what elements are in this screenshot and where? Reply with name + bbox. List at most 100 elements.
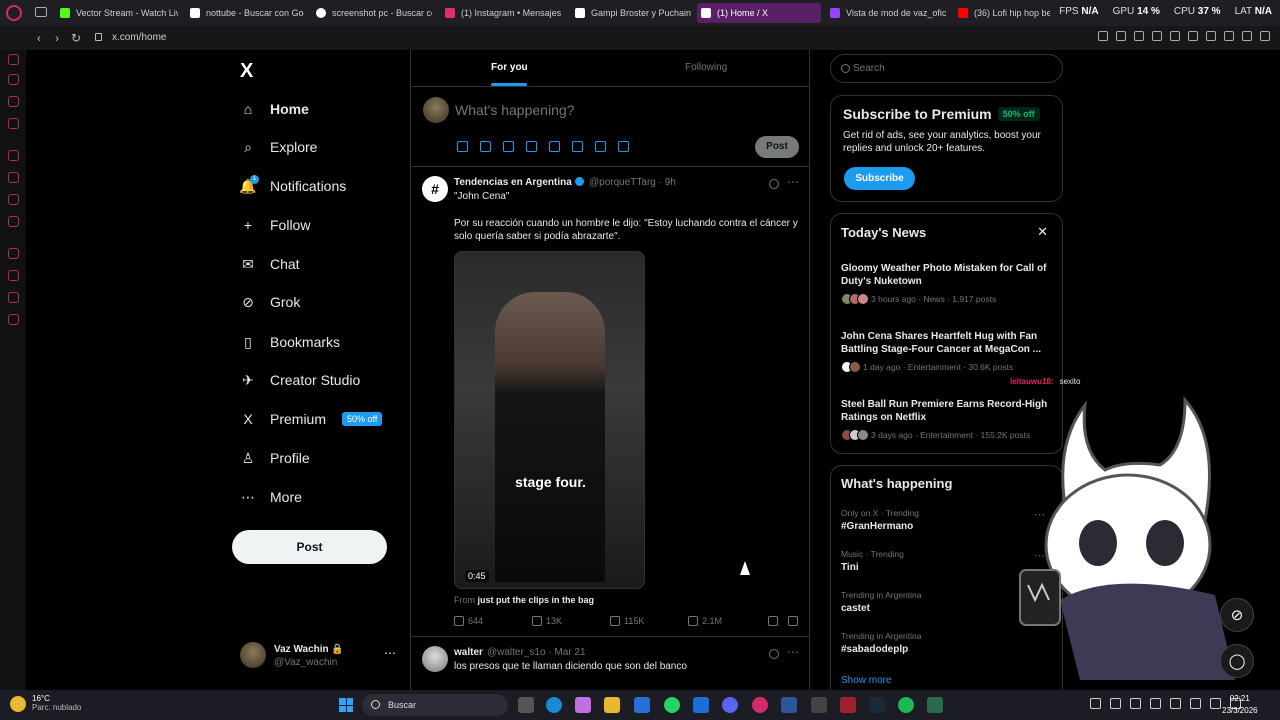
clock[interactable]: 02:21 23/3/2026: [1222, 693, 1258, 717]
nav-explore[interactable]: ⌕ Explore: [240, 132, 317, 162]
task-view-icon[interactable]: [518, 697, 534, 713]
nav-profile[interactable]: ♙ Profile: [240, 443, 310, 473]
play-icon[interactable]: [1170, 31, 1180, 41]
tray-app-icon[interactable]: [1130, 698, 1141, 709]
network-icon[interactable]: [1190, 698, 1201, 709]
sidebar-app-icon[interactable]: [8, 248, 19, 259]
more-icon[interactable]: ⋯: [787, 175, 799, 189]
sidebar-app-icon[interactable]: [8, 292, 19, 303]
more-icon[interactable]: ⋯: [384, 646, 396, 660]
news-item[interactable]: John Cena Shares Heartfelt Hug with Fan …: [841, 330, 1053, 373]
url-field[interactable]: x.com/home: [112, 32, 166, 43]
gif-icon[interactable]: [480, 141, 491, 152]
poll-icon[interactable]: [526, 141, 537, 152]
heart-icon[interactable]: [1188, 31, 1198, 41]
copilot-icon[interactable]: [575, 697, 591, 713]
bookmark-icon[interactable]: [1098, 31, 1108, 41]
post-button[interactable]: Post: [232, 530, 387, 564]
vpn-icon[interactable]: [1152, 31, 1162, 41]
browser-tab[interactable]: Vector Stream - Watch Liv: [56, 3, 178, 23]
tray-app-icon[interactable]: [1150, 698, 1161, 709]
image-icon[interactable]: [457, 141, 468, 152]
sidebar-app-icon[interactable]: [8, 54, 19, 65]
share-button[interactable]: [788, 616, 798, 626]
nav-more[interactable]: ⋯ More: [240, 482, 302, 512]
start-button[interactable]: [339, 698, 353, 712]
browser-tab[interactable]: Vista de mod de vaz_oficia: [826, 3, 946, 23]
word-icon[interactable]: [781, 697, 797, 713]
news-item[interactable]: Gloomy Weather Photo Mistaken for Call o…: [841, 262, 1053, 305]
obs-icon[interactable]: [811, 697, 827, 713]
sidebar-app-icon[interactable]: [8, 194, 19, 205]
app-icon[interactable]: [840, 697, 856, 713]
weather-widget[interactable]: 16°C Parc. nublado: [10, 694, 81, 712]
taskbar-search[interactable]: Buscar: [362, 694, 508, 716]
opera-icon[interactable]: [752, 697, 768, 713]
grok-icon[interactable]: [769, 179, 779, 189]
emoji-icon[interactable]: [549, 141, 560, 152]
avatar-icon[interactable]: [1206, 31, 1216, 41]
app-icon[interactable]: [927, 697, 943, 713]
volume-icon[interactable]: [1210, 698, 1221, 709]
steam-icon[interactable]: [869, 697, 885, 713]
tweet-author-name[interactable]: walter: [454, 647, 483, 658]
nav-grok[interactable]: ⊘ Grok: [240, 287, 300, 317]
nav-home[interactable]: ⌂ Home: [240, 94, 309, 124]
tray-app-icon[interactable]: [1110, 698, 1121, 709]
sidebar-app-icon[interactable]: [8, 172, 19, 183]
like-button[interactable]: 115K: [610, 616, 688, 626]
browser-tab[interactable]: (1) Instagram • Mensajes: [441, 3, 563, 23]
grok-float-button[interactable]: ⊘: [1220, 598, 1254, 632]
nav-premium[interactable]: X Premium 50% off: [240, 404, 383, 434]
discord-icon[interactable]: [722, 697, 738, 713]
opera-logo-icon[interactable]: [6, 5, 22, 21]
store-icon[interactable]: [634, 697, 650, 713]
microphone-icon[interactable]: [1170, 698, 1181, 709]
menu-icon[interactable]: [1260, 31, 1270, 41]
search-input[interactable]: Search: [853, 63, 885, 74]
avatar[interactable]: [422, 646, 448, 672]
shield-icon[interactable]: [1134, 31, 1144, 41]
tweet-source-link[interactable]: just put the clips in the bag: [478, 595, 595, 605]
file-explorer-icon[interactable]: [604, 697, 620, 713]
x-logo-icon[interactable]: X: [240, 60, 253, 83]
sidebar-app-icon[interactable]: [8, 96, 19, 107]
flag-icon[interactable]: [618, 141, 629, 152]
views-button[interactable]: 2.1M: [688, 616, 768, 626]
composer-post-button[interactable]: Post: [755, 136, 799, 158]
tweet-author-name[interactable]: Tendencias en Argentina: [454, 177, 584, 188]
tweet-author-handle[interactable]: @porqueTTarg · 9h: [589, 177, 676, 188]
account-switcher[interactable]: Vaz Wachin 🔒 @Vaz_wachin ⋯: [240, 640, 400, 672]
tab-following[interactable]: Following: [685, 62, 727, 73]
grok-icon[interactable]: [503, 141, 514, 152]
tweet-author-handle[interactable]: @walter_s1o · Mar 21: [487, 647, 586, 658]
browser-tab[interactable]: screenshot pc - Buscar co: [312, 3, 432, 23]
back-button[interactable]: ‹: [37, 31, 41, 45]
sidebar-app-icon[interactable]: [8, 314, 19, 325]
subscribe-button[interactable]: Subscribe: [844, 167, 915, 190]
sidebar-app-icon[interactable]: [8, 270, 19, 281]
whatsapp-icon[interactable]: [664, 697, 680, 713]
snapshot-icon[interactable]: [1116, 31, 1126, 41]
spotify-icon[interactable]: [898, 697, 914, 713]
browser-tab[interactable]: (36) Lofi hip hop beats Ro: [954, 3, 1050, 23]
ai-icon[interactable]: [1242, 31, 1252, 41]
edge-icon[interactable]: [546, 697, 562, 713]
show-more-link[interactable]: Show more: [841, 675, 892, 686]
sidebar-app-icon[interactable]: [8, 150, 19, 161]
sidebar-app-icon[interactable]: [8, 74, 19, 85]
close-icon[interactable]: ✕: [1037, 224, 1048, 240]
tweet-video[interactable]: stage four. 0:45: [454, 251, 645, 589]
location-icon[interactable]: [595, 141, 606, 152]
more-icon[interactable]: ⋯: [787, 645, 799, 659]
tab-overview-icon[interactable]: [35, 7, 47, 17]
app-icon[interactable]: [693, 697, 709, 713]
avatar[interactable]: #: [422, 176, 448, 202]
lock-icon[interactable]: [95, 33, 102, 41]
messages-float-button[interactable]: ◯: [1220, 644, 1254, 678]
repost-button[interactable]: 13K: [532, 616, 610, 626]
nav-follow[interactable]: + Follow: [240, 210, 311, 240]
browser-tab[interactable]: Gampi Broster y Puchaina: [571, 3, 691, 23]
bookmark-button[interactable]: [768, 616, 778, 626]
nav-chat[interactable]: ✉ Chat: [240, 249, 299, 279]
